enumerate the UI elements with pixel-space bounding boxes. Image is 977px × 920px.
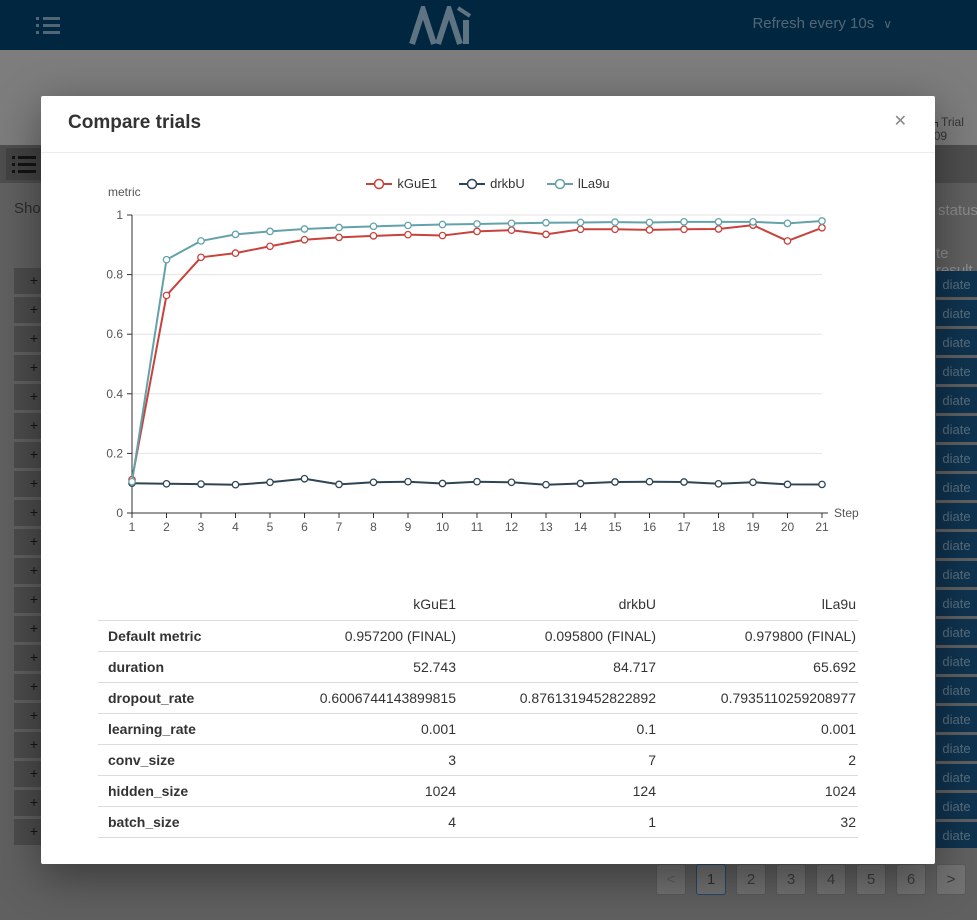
row-value: 1024 [658,775,858,806]
comparison-row: Default metric0.957200 (FINAL)0.095800 (… [98,620,858,651]
comparison-row: learning_rate0.0010.10.001 [98,713,858,744]
row-value: 0.095800 (FINAL) [458,620,658,651]
row-label: hidden_size [98,775,288,806]
trial-column-header: kGuE1 [288,588,458,620]
row-label: learning_rate [98,713,288,744]
svg-text:1: 1 [116,208,123,222]
svg-text:Step: Step [834,506,859,520]
comparison-header-row: kGuE1drkbUlLa9u [98,588,858,620]
row-label: conv_size [98,744,288,775]
comparison-row: batch_size4132 [98,806,858,837]
row-label: dropout_rate [98,682,288,713]
row-value: 4 [288,806,458,837]
comparison-row: conv_size372 [98,744,858,775]
legend-item-lLa9u[interactable]: lLa9u [547,176,610,191]
row-value: 84.717 [458,651,658,682]
svg-text:14: 14 [574,520,588,534]
blank-header-cell [98,588,288,620]
row-label: Default metric [98,620,288,651]
svg-text:1: 1 [129,520,136,534]
legend-marker-icon [366,177,392,191]
row-label: duration [98,651,288,682]
modal-title: Compare trials [68,112,201,134]
comparison-row: hidden_size10241241024 [98,775,858,806]
row-value: 0.6006744143899815 [288,682,458,713]
row-value: 0.979800 (FINAL) [658,620,858,651]
svg-text:6: 6 [301,520,308,534]
svg-text:9: 9 [405,520,412,534]
comparison-row: dropout_rate0.60067441438998150.87613194… [98,682,858,713]
svg-text:17: 17 [677,520,691,534]
legend-marker-icon [459,177,485,191]
metric-line-chart: metric00.20.40.60.8112345678910111213141… [90,180,880,545]
row-value: 0.957200 (FINAL) [288,620,458,651]
legend-marker-icon [547,177,573,191]
legend-item-kGuE1[interactable]: kGuE1 [366,176,437,191]
row-value: 1 [458,806,658,837]
svg-text:4: 4 [232,520,239,534]
svg-text:7: 7 [336,520,343,534]
row-value: 7 [458,744,658,775]
row-label: batch_size [98,806,288,837]
svg-text:8: 8 [370,520,377,534]
svg-text:13: 13 [539,520,553,534]
row-value: 124 [458,775,658,806]
row-value: 0.001 [658,713,858,744]
svg-text:0: 0 [116,506,123,520]
svg-text:11: 11 [471,520,484,534]
row-value: 52.743 [288,651,458,682]
svg-text:19: 19 [746,520,760,534]
svg-text:0.4: 0.4 [106,387,123,401]
svg-text:0.8: 0.8 [106,268,123,282]
svg-text:10: 10 [436,520,450,534]
row-value: 0.1 [458,713,658,744]
comparison-row: duration52.74384.71765.692 [98,651,858,682]
compare-trials-modal: Compare trials ✕ kGuE1drkbUlLa9u metric0… [41,96,935,864]
legend-label: drkbU [490,176,525,191]
svg-text:3: 3 [198,520,205,534]
comparison-table-body: Default metric0.957200 (FINAL)0.095800 (… [98,620,858,837]
close-icon[interactable]: ✕ [894,114,907,130]
legend-label: lLa9u [578,176,610,191]
row-value: 2 [658,744,858,775]
svg-text:16: 16 [643,520,657,534]
legend-item-drkbU[interactable]: drkbU [459,176,525,191]
svg-text:0.6: 0.6 [106,327,123,341]
legend-label: kGuE1 [397,176,437,191]
svg-text:12: 12 [505,520,519,534]
svg-text:15: 15 [608,520,622,534]
svg-text:21: 21 [815,520,829,534]
svg-text:2: 2 [163,520,170,534]
svg-text:18: 18 [712,520,726,534]
row-value: 0.8761319452822892 [458,682,658,713]
row-value: 32 [658,806,858,837]
svg-text:0.2: 0.2 [106,446,123,460]
trial-column-header: lLa9u [658,588,858,620]
row-value: 3 [288,744,458,775]
svg-text:5: 5 [267,520,274,534]
row-value: 0.7935110259208977 [658,682,858,713]
comparison-table: kGuE1drkbUlLa9u Default metric0.957200 (… [98,588,858,838]
svg-text:20: 20 [781,520,795,534]
modal-divider [41,152,935,153]
row-value: 1024 [288,775,458,806]
trial-column-header: drkbU [458,588,658,620]
chart-legend: kGuE1 drkbU lLa9u [41,176,935,191]
row-value: 0.001 [288,713,458,744]
row-value: 65.692 [658,651,858,682]
comparison-table-head: kGuE1drkbUlLa9u [98,588,858,620]
